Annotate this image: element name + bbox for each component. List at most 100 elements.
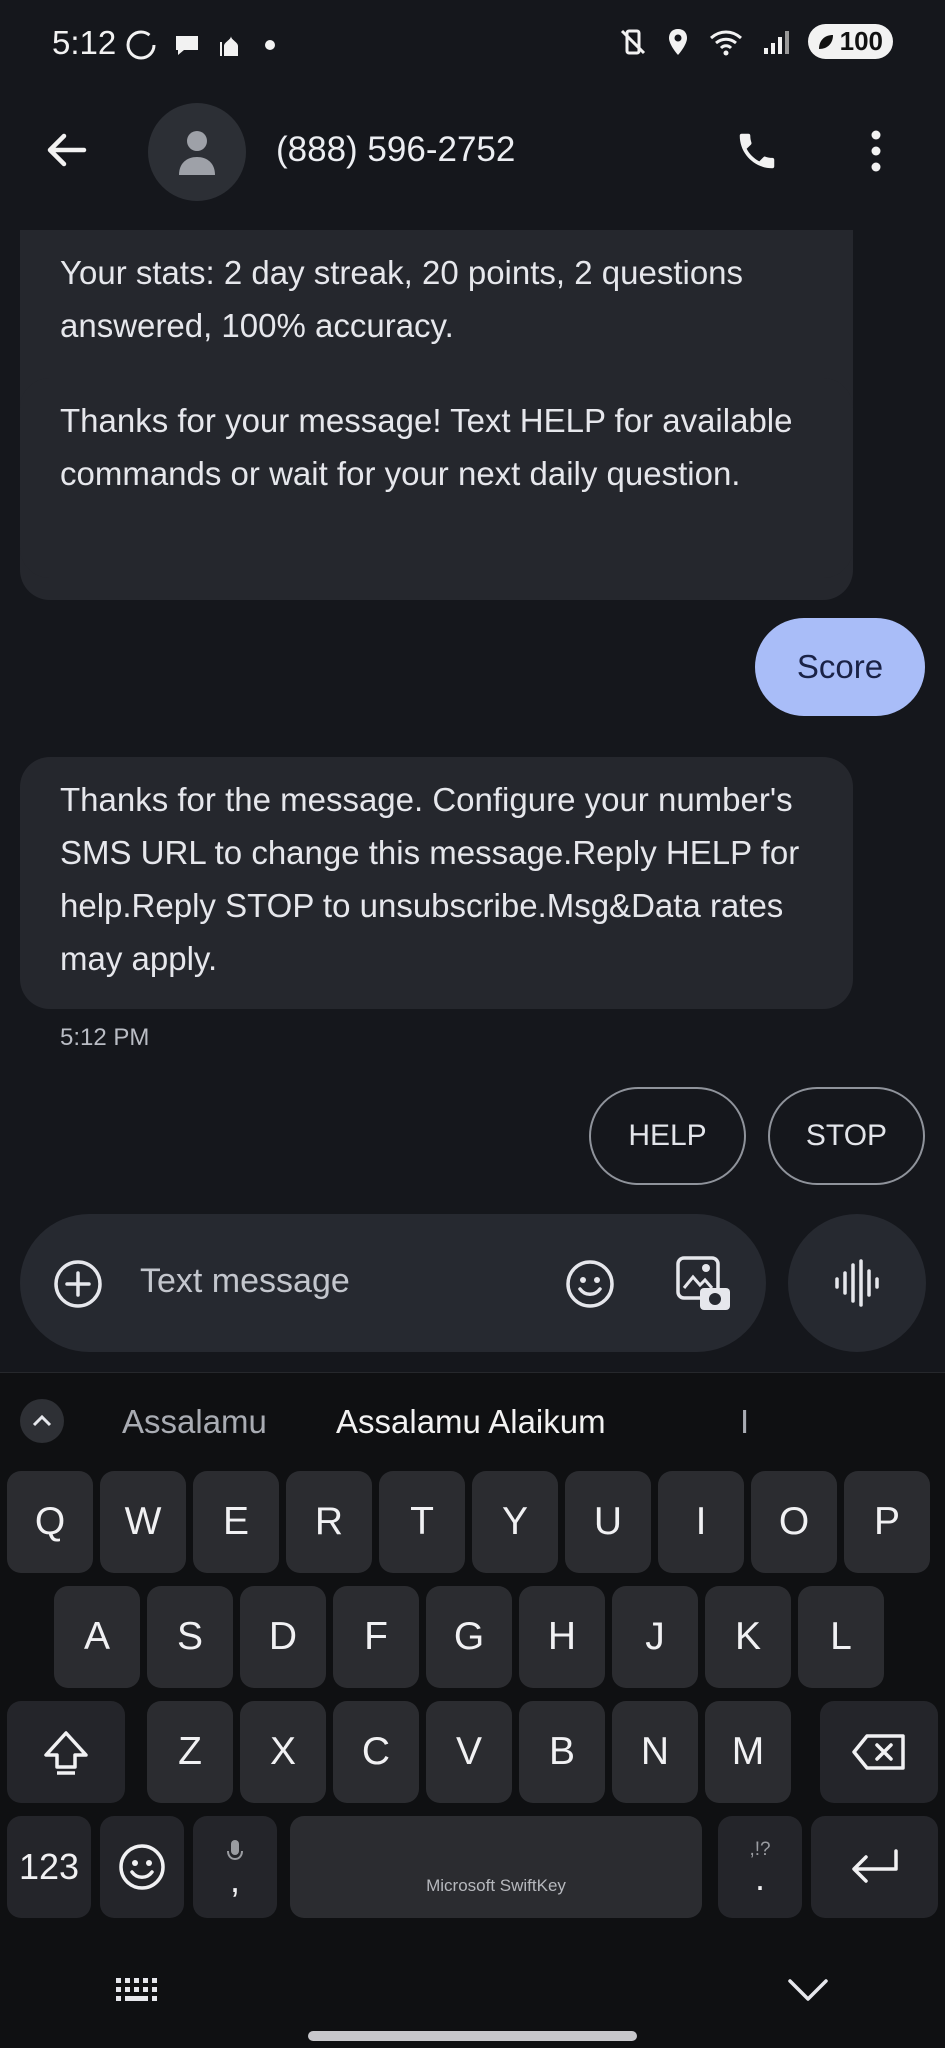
attach-button[interactable] <box>52 1258 104 1315</box>
key-q[interactable]: Q <box>7 1471 93 1573</box>
waveform-icon <box>835 1259 879 1307</box>
suggestion-1[interactable]: Assalamu <box>122 1403 267 1441</box>
person-icon <box>179 131 215 175</box>
hide-keyboard-button[interactable] <box>786 1976 830 2009</box>
numbers-key[interactable]: 123 <box>7 1816 91 1918</box>
gesture-nav-handle[interactable] <box>308 2031 637 2041</box>
back-button[interactable] <box>44 128 88 177</box>
chat-bubble-icon <box>176 36 198 55</box>
message-text: Score <box>796 648 884 685</box>
battery-indicator: 100 <box>807 24 893 59</box>
key-m[interactable]: M <box>705 1701 791 1803</box>
keyboard-nav-row <box>0 1920 945 2048</box>
status-time: 5:12 <box>52 24 117 61</box>
shift-key[interactable] <box>7 1701 125 1803</box>
status-notification-icons <box>124 28 280 62</box>
contact-avatar[interactable] <box>148 103 246 201</box>
loading-circle-icon <box>126 30 156 60</box>
phone-icon <box>739 133 775 169</box>
suggestion-strip: Assalamu Assalamu Alaikum I <box>0 1373 945 1469</box>
status-bar: 5:12 100 <box>0 0 945 90</box>
more-vertical-icon <box>871 130 881 172</box>
key-i[interactable]: I <box>658 1471 744 1573</box>
key-h[interactable]: H <box>519 1586 605 1688</box>
key-y[interactable]: Y <box>472 1471 558 1573</box>
message-text: Thanks for the message. Configure your n… <box>60 781 800 977</box>
key-z[interactable]: Z <box>147 1701 233 1803</box>
smart-reply-stop[interactable]: STOP <box>768 1087 925 1185</box>
suggestion-2[interactable]: Assalamu Alaikum <box>336 1403 606 1441</box>
message-input[interactable]: Text message <box>140 1262 350 1301</box>
emoji-button[interactable] <box>564 1258 616 1315</box>
conversation-header: (888) 596-2752 <box>0 100 945 205</box>
suggestion-3[interactable]: I <box>740 1403 749 1441</box>
leaf-icon <box>818 34 833 49</box>
key-s[interactable]: S <box>147 1586 233 1688</box>
voice-message-button[interactable] <box>788 1214 926 1352</box>
key-p[interactable]: P <box>844 1471 930 1573</box>
keyboard-switch-button[interactable] <box>114 1974 162 2013</box>
status-system-icons: 100 <box>618 24 893 59</box>
chevron-up-icon <box>32 1414 52 1427</box>
backspace-icon <box>852 1734 905 1770</box>
cut-off-text-line <box>60 230 833 246</box>
key-u[interactable]: U <box>565 1471 651 1573</box>
key-g[interactable]: G <box>426 1586 512 1688</box>
battery-level: 100 <box>839 26 883 56</box>
vibrate-mute-icon <box>620 29 645 54</box>
key-o[interactable]: O <box>751 1471 837 1573</box>
smiley-icon <box>566 1260 614 1308</box>
key-a[interactable]: A <box>54 1586 140 1688</box>
keyboard-icon <box>116 1978 157 2001</box>
gallery-button[interactable] <box>674 1254 734 1319</box>
key-j[interactable]: J <box>612 1586 698 1688</box>
emoji-key[interactable] <box>100 1816 184 1918</box>
toolbar-expand-button[interactable] <box>20 1399 64 1443</box>
shift-icon <box>44 1731 88 1775</box>
enter-key[interactable] <box>811 1816 938 1918</box>
key-b[interactable]: B <box>519 1701 605 1803</box>
arrow-left-icon <box>47 133 87 167</box>
key-l[interactable]: L <box>798 1586 884 1688</box>
message-text: Your stats: 2 day streak, 20 points, 2 q… <box>60 254 744 344</box>
key-n[interactable]: N <box>612 1701 698 1803</box>
enter-icon <box>851 1849 898 1883</box>
smart-reply-help[interactable]: HELP <box>589 1087 746 1185</box>
signal-icon <box>763 30 789 54</box>
chevron-down-icon <box>788 1979 828 2001</box>
space-key[interactable]: Microsoft SwiftKey <box>290 1816 702 1918</box>
image-camera-icon <box>676 1256 730 1310</box>
key-t[interactable]: T <box>379 1471 465 1573</box>
key-v[interactable]: V <box>426 1701 512 1803</box>
incoming-message[interactable]: Thanks for your message! Text HELP for a… <box>20 378 853 578</box>
call-button[interactable] <box>734 128 780 179</box>
backspace-key[interactable] <box>820 1701 938 1803</box>
contact-name[interactable]: (888) 596-2752 <box>276 130 515 170</box>
location-icon <box>668 28 687 55</box>
wifi-icon <box>709 30 742 55</box>
period-label: . <box>754 1857 765 1898</box>
smiley-icon <box>119 1844 165 1890</box>
key-f[interactable]: F <box>333 1586 419 1688</box>
message-timestamp: 5:12 PM <box>60 1024 150 1051</box>
key-e[interactable]: E <box>193 1471 279 1573</box>
space-key-label: Microsoft SwiftKey <box>426 1876 566 1895</box>
key-k[interactable]: K <box>705 1586 791 1688</box>
key-w[interactable]: W <box>100 1471 186 1573</box>
compose-bar: Text message <box>20 1214 766 1352</box>
incoming-message[interactable]: Thanks for the message. Configure your n… <box>20 757 853 1009</box>
comma-key[interactable]: , <box>193 1816 277 1918</box>
plus-circle-icon <box>54 1260 102 1308</box>
period-key[interactable]: ,!? . <box>718 1816 802 1918</box>
key-x[interactable]: X <box>240 1701 326 1803</box>
outgoing-message[interactable]: Score <box>755 618 925 716</box>
more-options-button[interactable] <box>864 128 888 179</box>
mosque-icon <box>220 36 238 56</box>
dot-icon <box>265 40 275 50</box>
comma-label: , <box>229 1859 240 1900</box>
message-text: Thanks for your message! Text HELP for a… <box>60 402 793 492</box>
smart-reply-chips: HELP STOP <box>589 1087 925 1185</box>
key-d[interactable]: D <box>240 1586 326 1688</box>
key-r[interactable]: R <box>286 1471 372 1573</box>
key-c[interactable]: C <box>333 1701 419 1803</box>
